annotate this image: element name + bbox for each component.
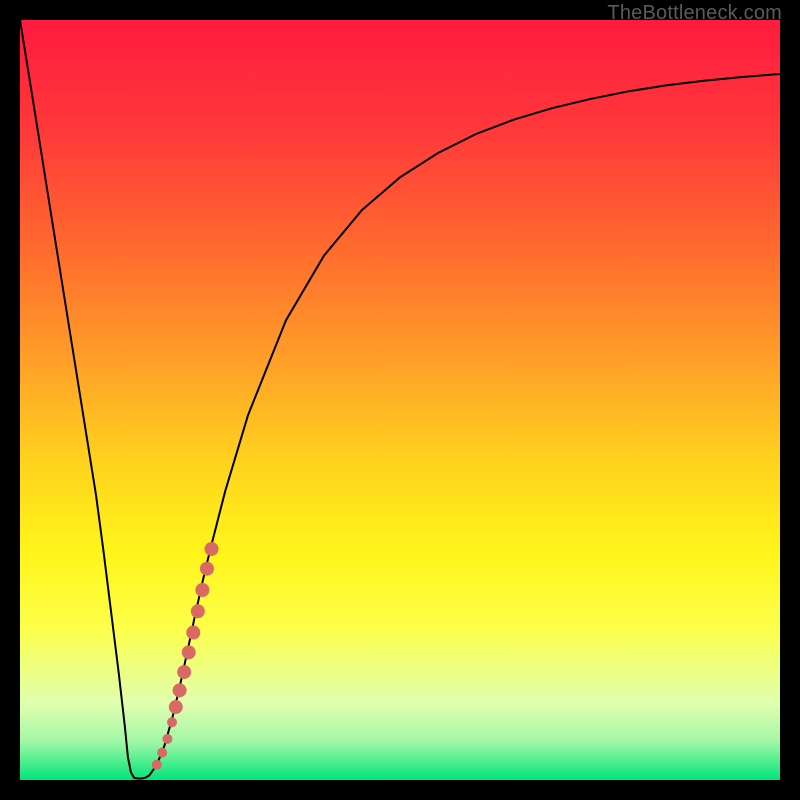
highlight-dot [162,734,172,744]
highlight-dot [167,717,177,727]
highlight-dot [177,665,191,679]
highlight-dot [195,583,209,597]
highlight-dot [186,626,200,640]
highlight-dot [173,683,187,697]
gradient-background [20,20,780,780]
highlight-dot [205,542,219,556]
highlight-dot [182,645,196,659]
highlight-dot [191,604,205,618]
highlight-dot [200,562,214,576]
highlight-dot [152,760,162,770]
highlight-dot [157,748,167,758]
highlight-dot [169,700,183,714]
chart-frame: TheBottleneck.com [0,0,800,800]
watermark-text: TheBottleneck.com [607,2,782,25]
chart-plot [20,20,780,780]
